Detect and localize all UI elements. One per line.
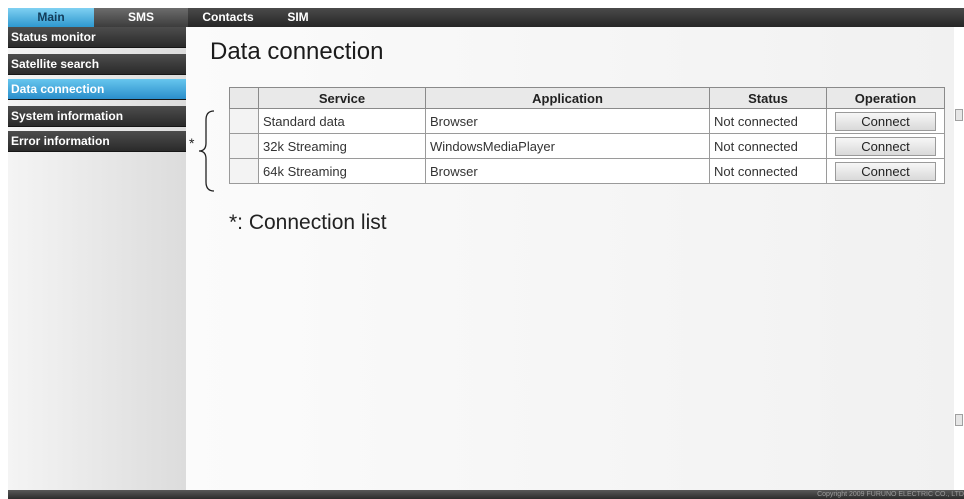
top-nav-bar: Main SMS Contacts SIM: [8, 8, 964, 27]
scroll-down-button[interactable]: [955, 414, 963, 426]
copyright-text: Copyright 2009 FURUNO ELECTRIC CO., LTD: [817, 491, 964, 498]
service-cell: 32k Streaming: [258, 133, 426, 159]
tab-contacts[interactable]: Contacts: [198, 8, 258, 27]
connection-list-marker: *: [189, 135, 195, 151]
header-operation: Operation: [826, 87, 945, 109]
sidebar-item-error-information[interactable]: Error information: [8, 131, 186, 152]
application-cell: Browser: [425, 158, 710, 184]
page-title: Data connection: [210, 38, 384, 65]
sidebar-item-data-connection[interactable]: Data connection: [8, 79, 186, 100]
table-row: 32k Streaming WindowsMediaPlayer Not con…: [229, 133, 945, 159]
connection-table: Service Application Status Operation Sta…: [229, 87, 945, 184]
tab-sms[interactable]: SMS: [94, 8, 188, 27]
footer-bar: Copyright 2009 FURUNO ELECTRIC CO., LTD: [8, 490, 964, 499]
application-cell: WindowsMediaPlayer: [425, 133, 710, 159]
header-service: Service: [258, 87, 426, 109]
header-application: Application: [425, 87, 710, 109]
header-status: Status: [709, 87, 827, 109]
tab-sim[interactable]: SIM: [268, 8, 328, 27]
operation-cell: Connect: [826, 133, 945, 159]
header-select-column: [229, 87, 259, 109]
status-cell: Not connected: [709, 108, 827, 134]
row-select-cell[interactable]: [229, 158, 259, 184]
brace-icon: [198, 110, 215, 192]
table-row: Standard data Browser Not connected Conn…: [229, 108, 945, 134]
application-cell: Browser: [425, 108, 710, 134]
connection-list-note: *: Connection list: [229, 211, 387, 234]
row-select-cell[interactable]: [229, 133, 259, 159]
table-header-row: Service Application Status Operation: [229, 87, 945, 109]
connect-button[interactable]: Connect: [835, 136, 936, 156]
sidebar-item-status-monitor[interactable]: Status monitor: [8, 27, 186, 48]
connect-button[interactable]: Connect: [835, 161, 936, 181]
scroll-up-button[interactable]: [955, 109, 963, 121]
connect-button[interactable]: Connect: [835, 111, 936, 131]
sidebar-item-system-information[interactable]: System information: [8, 106, 186, 127]
sidebar: Status monitor Satellite search Data con…: [8, 27, 186, 490]
sidebar-item-satellite-search[interactable]: Satellite search: [8, 54, 186, 75]
tab-main[interactable]: Main: [8, 8, 94, 27]
status-cell: Not connected: [709, 158, 827, 184]
status-cell: Not connected: [709, 133, 827, 159]
table-row: 64k Streaming Browser Not connected Conn…: [229, 158, 945, 184]
service-cell: Standard data: [258, 108, 426, 134]
operation-cell: Connect: [826, 158, 945, 184]
service-cell: 64k Streaming: [258, 158, 426, 184]
row-select-cell[interactable]: [229, 108, 259, 134]
operation-cell: Connect: [826, 108, 945, 134]
